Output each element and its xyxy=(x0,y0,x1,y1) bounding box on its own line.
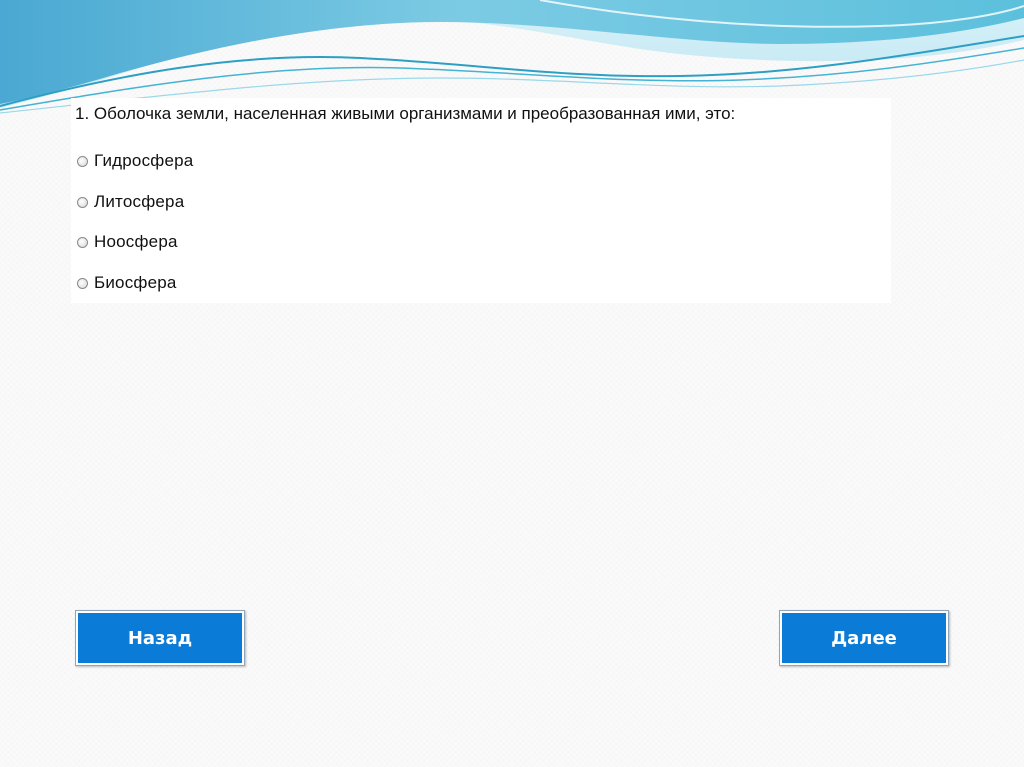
radio-button-icon[interactable] xyxy=(77,155,88,167)
radio-button-icon[interactable] xyxy=(77,236,88,248)
option-label: Литосфера xyxy=(94,192,185,211)
radio-button-icon[interactable] xyxy=(77,277,88,289)
option-label: Ноосфера xyxy=(94,232,178,251)
option-biosphere[interactable]: Биосфера xyxy=(77,272,177,294)
option-hydrosphere[interactable]: Гидросфера xyxy=(77,150,193,172)
next-button[interactable]: Далее xyxy=(779,610,949,666)
option-label: Гидросфера xyxy=(94,151,194,170)
option-label: Биосфера xyxy=(94,273,177,292)
question-text: 1. Оболочка земли, населенная живыми орг… xyxy=(75,104,736,123)
option-noosphere[interactable]: Ноосфера xyxy=(77,231,178,253)
question-panel: 1. Оболочка земли, населенная живыми орг… xyxy=(71,98,891,303)
option-lithosphere[interactable]: Литосфера xyxy=(77,191,184,213)
radio-button-icon[interactable] xyxy=(77,196,88,208)
back-button[interactable]: Назад xyxy=(75,610,245,666)
